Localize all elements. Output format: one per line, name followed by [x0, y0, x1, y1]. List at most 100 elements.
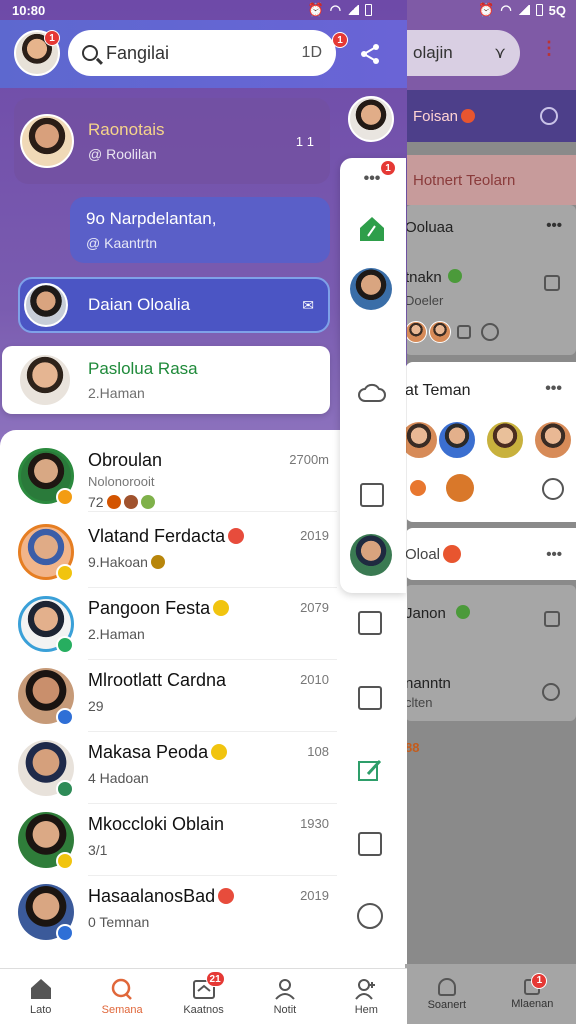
- nav-label: Semana: [101, 1003, 143, 1016]
- avatar: [405, 321, 427, 343]
- chat-time: 2010: [300, 672, 329, 687]
- avatar[interactable]: [350, 534, 392, 576]
- bg-nav-item[interactable]: 1 Mlaenan: [511, 972, 553, 1010]
- clock: 10:80: [12, 2, 46, 18]
- nav-item-home[interactable]: Lato: [0, 969, 81, 1024]
- chevron-down-icon: ⋎: [494, 45, 506, 62]
- nav-label: Notit: [273, 1003, 297, 1016]
- signal-icon: [517, 5, 530, 15]
- nav-item-add-contact[interactable]: Hem: [326, 969, 407, 1024]
- search-input[interactable]: [106, 42, 286, 64]
- bg-card-1[interactable]: Ooluaa ••• tnakn Doeler: [405, 205, 576, 355]
- status-bar: 10:80 ⏰ ◠ ⏰ ◠ 5Q: [0, 0, 576, 20]
- chat-time: 1930: [300, 816, 329, 831]
- bg-nav-item[interactable]: Soanert: [427, 977, 467, 1011]
- list-item[interactable]: Mkoccloki Oblain 3/1 1930: [0, 804, 407, 876]
- more-vert-icon[interactable]: ⋮: [540, 38, 558, 59]
- chat-name: Mlrootlatt Cardna: [88, 670, 227, 690]
- timer-icon[interactable]: [352, 898, 388, 934]
- pinned-chat[interactable]: Raonotais @ Roolilan 1 1: [14, 98, 330, 184]
- avatar: [24, 283, 68, 327]
- list-item[interactable]: Pangoon Festa 2.Haman 2079: [0, 588, 407, 660]
- note-icon[interactable]: [352, 680, 388, 716]
- status-time-right: 5Q: [548, 2, 566, 18]
- more-horiz-icon[interactable]: •••: [546, 217, 562, 234]
- share-icon[interactable]: [352, 36, 388, 72]
- battery-icon: [365, 4, 373, 16]
- search-bar[interactable]: 1D: [68, 30, 336, 76]
- pinned-name: Paslolua Rasa: [88, 359, 198, 378]
- cloud-icon[interactable]: [357, 378, 387, 408]
- pinned-name: Daian Oloalia: [88, 295, 191, 314]
- checkbox-icon[interactable]: [544, 275, 560, 291]
- emoji-icon: [446, 474, 474, 502]
- bg-nav-label: Soanert: [427, 998, 467, 1011]
- wifi-icon: ◠: [500, 2, 512, 17]
- list-item[interactable]: Makasa Peoda 4 Hadoan 108: [0, 732, 407, 804]
- chat-preview: Nolonorooit: [88, 474, 155, 489]
- more-horiz-icon[interactable]: •••: [545, 380, 562, 398]
- pinned-chat[interactable]: 9o Narpdelantan, @ Kaantrtn: [70, 197, 330, 263]
- chat-time: 108: [307, 744, 329, 759]
- emoji-icon: [410, 480, 426, 496]
- bg-card-row: Janon: [405, 605, 446, 622]
- clock-icon[interactable]: [542, 683, 560, 701]
- emoji-icon: [443, 545, 462, 563]
- bg-strip-label: Foisan: [413, 107, 459, 125]
- emoji-icon: [481, 323, 499, 341]
- small-card[interactable]: Oloal •••: [405, 528, 576, 580]
- status-icons-secondary: ⏰ ◠ 5Q: [478, 2, 566, 18]
- nav-item-profile[interactable]: Notit: [244, 969, 325, 1024]
- avatar[interactable]: [348, 96, 394, 142]
- chat-name: Vlatand Ferdacta: [88, 526, 245, 547]
- circle-icon[interactable]: [540, 107, 558, 125]
- clock-icon[interactable]: [542, 478, 564, 500]
- list-item[interactable]: Mlrootlatt Cardna 29 2010: [0, 660, 407, 732]
- bg-search-text: olajin: [413, 43, 453, 62]
- avatar: [20, 114, 74, 168]
- edit-icon: [457, 325, 471, 339]
- chat-sub: 2.Haman: [88, 626, 145, 642]
- edit-square-icon[interactable]: [357, 480, 387, 510]
- checkbox-icon[interactable]: [544, 611, 560, 627]
- bg-search-field[interactable]: olajin ⋎: [405, 30, 520, 76]
- chat-sub: 9.Hakoan: [88, 554, 165, 570]
- mail-icon[interactable]: ✉: [302, 297, 314, 314]
- chat-name: Makasa Peoda: [88, 742, 228, 763]
- notification-badge: 21: [205, 971, 225, 987]
- nav-label: Lato: [29, 1003, 52, 1016]
- chat-sub: 72: [88, 494, 155, 510]
- pinned-chat[interactable]: Paslolua Rasa 2.Haman: [2, 346, 330, 414]
- emoji-icon: [456, 605, 470, 619]
- home-icon[interactable]: [357, 214, 387, 244]
- bg-card-2[interactable]: Janon nanntn clten: [405, 585, 576, 721]
- avatar[interactable]: [350, 268, 392, 310]
- bg-band-label: Hotnert Teolarn: [413, 171, 516, 189]
- bg-card-row-sub: clten: [405, 695, 433, 710]
- pinned-name: Raonotais: [88, 120, 165, 139]
- status-icon: [56, 924, 74, 942]
- task-icon[interactable]: [352, 826, 388, 862]
- edit-icon[interactable]: [352, 605, 388, 641]
- home-icon: [30, 978, 51, 999]
- pinned-name: 9o Narpdelantan,: [86, 209, 217, 228]
- list-item[interactable]: HasaalanosBad 0 Temnan 2019: [0, 876, 407, 948]
- action-rail: ••• 1: [340, 158, 406, 593]
- chat-time: 2019: [300, 528, 329, 543]
- alarm-icon: ⏰: [307, 2, 324, 17]
- search-count: 1D: [301, 44, 322, 61]
- group-title: at Teman: [405, 382, 471, 399]
- nav-item-inbox[interactable]: 21 Kaatnos: [163, 969, 244, 1024]
- nav-item-search[interactable]: Semana: [81, 969, 162, 1024]
- more-horiz-icon[interactable]: •••: [546, 546, 562, 563]
- compose-icon[interactable]: [352, 753, 388, 789]
- bg-tag: 88: [405, 740, 420, 755]
- status-icon: [56, 488, 74, 506]
- group-card[interactable]: at Teman •••: [399, 362, 576, 522]
- battery-icon: [535, 4, 543, 16]
- pinned-chat[interactable]: Daian Oloalia ✉: [18, 277, 330, 333]
- notification-badge: 1: [380, 160, 396, 176]
- status-icons-main: ⏰ ◠: [308, 2, 373, 18]
- notification-badge: 1: [332, 32, 348, 48]
- pinned-sub: @ Kaantrtn: [86, 235, 158, 251]
